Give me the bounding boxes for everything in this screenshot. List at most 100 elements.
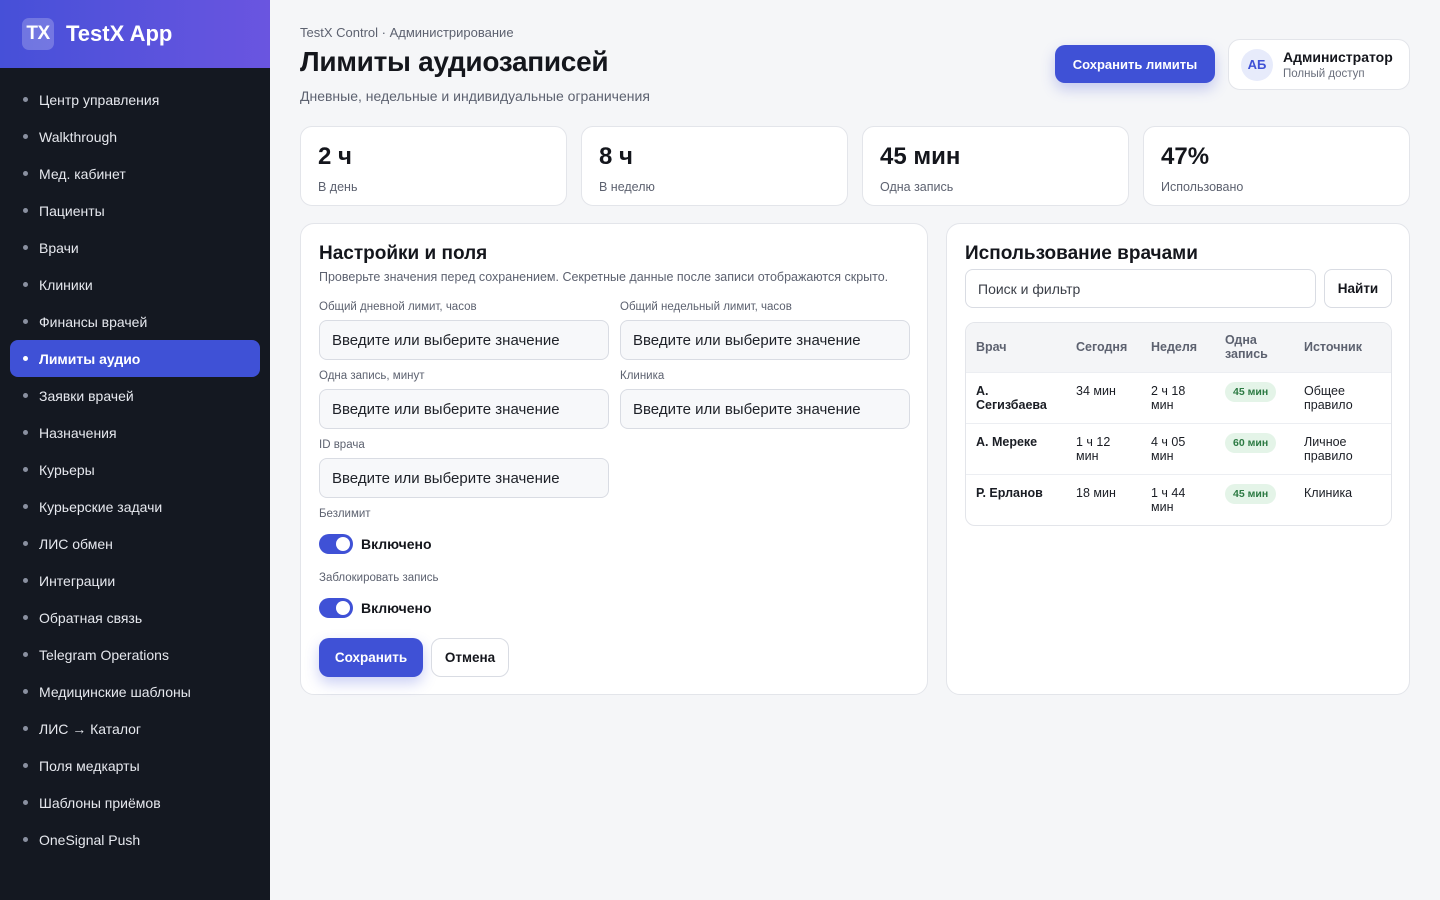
sidebar-item[interactable]: Walkthrough [10, 118, 260, 155]
unlimited-label: Безлимит [319, 508, 371, 520]
bullet-icon [23, 689, 28, 694]
bullet-icon [23, 393, 28, 398]
sidebar-item[interactable]: Шаблоны приёмов [10, 784, 260, 821]
save-limits-button[interactable]: Сохранить лимиты [1055, 45, 1215, 83]
sidebar-item-label: ЛИС → Каталог [39, 720, 142, 737]
app-logo: TX [22, 18, 54, 50]
sidebar-item-label: Telegram Operations [39, 646, 169, 663]
block-record-toggle[interactable] [319, 598, 353, 618]
doctor-id-input[interactable] [319, 458, 609, 498]
sidebar-item[interactable]: Финансы врачей [10, 303, 260, 340]
stat-card-daily: 2 ч В день [300, 126, 567, 206]
sidebar-item[interactable]: Мед. кабинет [10, 155, 260, 192]
stat-card-weekly: 8 ч В неделю [581, 126, 848, 206]
sidebar-item-label: Медицинские шаблоны [39, 683, 191, 700]
clinic-input[interactable] [620, 389, 910, 429]
bullet-icon [23, 578, 28, 583]
table-row[interactable]: Р. Ерланов 18 мин 1 ч 44 мин 45 мин Клин… [966, 473, 1391, 525]
bullet-icon [23, 430, 28, 435]
bullet-icon [23, 763, 28, 768]
bullet-icon [23, 171, 28, 176]
sidebar-item-label: Центр управления [39, 91, 160, 108]
sidebar-nav: Центр управления Walkthrough Мед. кабинет П… [0, 68, 270, 858]
stat-value: 8 ч [599, 143, 633, 170]
sidebar: TX TestX App Центр управления Walkthrough… [0, 0, 270, 900]
table-header-row: Врач Сегодня Неделя Одна запись Источник [966, 323, 1391, 372]
sidebar-item-label: Финансы врачей [39, 313, 148, 330]
daily-limit-field: Общий дневной лимит, часов [319, 301, 609, 360]
bullet-icon [23, 97, 28, 102]
brand-header[interactable]: TX TestX App [0, 0, 270, 68]
stat-label: В день [318, 180, 358, 194]
single-record-field: Одна запись, минут [319, 370, 609, 429]
bullet-icon [23, 134, 28, 139]
bullet-icon [23, 319, 28, 324]
table-row[interactable]: А. Мереке 1 ч 12 мин 4 ч 05 мин 60 мин Л… [966, 422, 1391, 474]
sidebar-item[interactable]: Пациенты [10, 192, 260, 229]
sidebar-item[interactable]: Telegram Operations [10, 636, 260, 673]
save-button[interactable]: Сохранить [319, 638, 423, 677]
week-cell: 1 ч 44 мин [1141, 473, 1215, 525]
user-menu[interactable]: АБ Администратор Полный доступ [1228, 39, 1410, 90]
sidebar-item[interactable]: Заявки врачей [10, 377, 260, 414]
sidebar-item[interactable]: Лимиты аудио [10, 340, 260, 377]
sidebar-item[interactable]: Назначения [10, 414, 260, 451]
sidebar-item-label: Заявки врачей [39, 387, 134, 404]
sidebar-item[interactable]: Клиники [10, 266, 260, 303]
sidebar-item[interactable]: ЛИС → Каталог [10, 710, 260, 747]
sidebar-item[interactable]: Обратная связь [10, 599, 260, 636]
user-name: Администратор [1283, 49, 1393, 65]
block-record-toggle-row: Включено [319, 598, 432, 618]
find-button[interactable]: Найти [1324, 269, 1392, 308]
source-cell: Личное правило [1294, 422, 1391, 474]
daily-limit-input[interactable] [319, 320, 609, 360]
user-role: Полный доступ [1283, 68, 1365, 80]
sidebar-item-label: Курьерские задачи [39, 498, 163, 515]
sidebar-item[interactable]: ЛИС обмен [10, 525, 260, 562]
sidebar-item-label: Мед. кабинет [39, 165, 126, 182]
cancel-button[interactable]: Отмена [431, 638, 509, 677]
today-cell: 1 ч 12 мин [1066, 422, 1141, 474]
sidebar-item[interactable]: OneSignal Push [10, 821, 260, 858]
sidebar-item[interactable]: Интеграции [10, 562, 260, 599]
doctor-cell: Р. Ерланов [966, 473, 1066, 525]
single-badge: 60 мин [1225, 432, 1277, 453]
weekly-limit-label: Общий недельный лимит, часов [620, 301, 792, 313]
column-header[interactable]: Сегодня [1066, 323, 1141, 372]
single-cell: 45 мин [1215, 473, 1294, 525]
week-cell: 4 ч 05 мин [1141, 422, 1215, 474]
bullet-icon [23, 615, 28, 620]
table-row[interactable]: А. Сегизбаева 34 мин 2 ч 18 мин 45 мин О… [966, 371, 1391, 423]
column-header[interactable]: Врач [966, 323, 1066, 372]
block-record-label: Заблокировать запись [319, 572, 439, 584]
sidebar-item-label: Назначения [39, 424, 117, 441]
stat-label: Одна запись [880, 180, 954, 194]
column-header[interactable]: Одна запись [1215, 323, 1294, 372]
sidebar-item[interactable]: Медицинские шаблоны [10, 673, 260, 710]
column-header[interactable]: Источник [1294, 323, 1391, 372]
sidebar-item[interactable]: Врачи [10, 229, 260, 266]
settings-title: Настройки и поля [319, 243, 488, 264]
sidebar-item-label: ЛИС обмен [39, 535, 113, 552]
unlimited-toggle[interactable] [319, 534, 353, 554]
block-record-state: Включено [361, 600, 432, 616]
sidebar-item[interactable]: Курьеры [10, 451, 260, 488]
stat-value: 47% [1161, 143, 1210, 170]
weekly-limit-input[interactable] [620, 320, 910, 360]
sidebar-item[interactable]: Поля медкарты [10, 747, 260, 784]
sidebar-item-label: Шаблоны приёмов [39, 794, 161, 811]
sidebar-item-label: Клиники [39, 276, 93, 293]
weekly-limit-field: Общий недельный лимит, часов [620, 301, 910, 360]
single-record-input[interactable] [319, 389, 609, 429]
sidebar-item[interactable]: Центр управления [10, 81, 260, 118]
bullet-icon [23, 541, 28, 546]
single-cell: 45 мин [1215, 371, 1294, 423]
bullet-icon [23, 245, 28, 250]
sidebar-item-label: OneSignal Push [39, 831, 141, 848]
breadcrumb: TestX Control · Администрирование [300, 25, 514, 40]
search-input[interactable] [965, 269, 1316, 308]
usage-panel: Использование врачами Найти Врач Сегодня… [946, 223, 1410, 695]
single-record-label: Одна запись, минут [319, 370, 425, 382]
sidebar-item[interactable]: Курьерские задачи [10, 488, 260, 525]
column-header[interactable]: Неделя [1141, 323, 1215, 372]
